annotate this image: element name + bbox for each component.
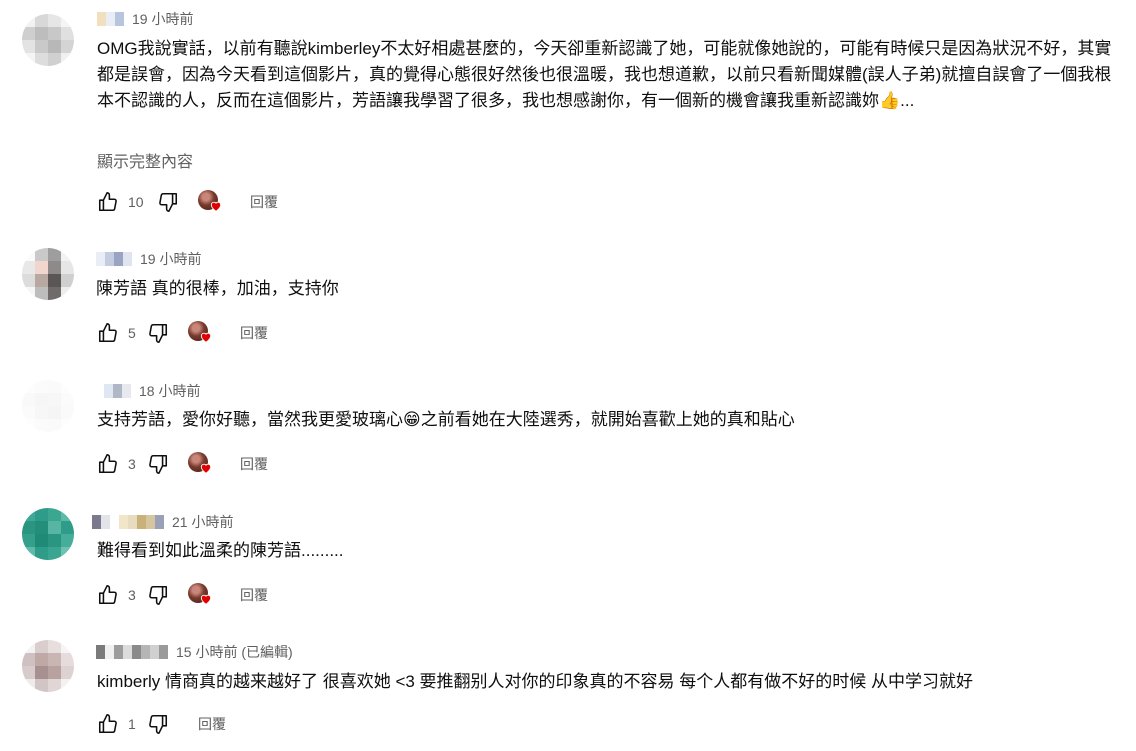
show-more-link[interactable]: 顯示完整內容 bbox=[97, 148, 193, 172]
reply-button[interactable]: 回覆 bbox=[240, 323, 268, 343]
creator-heart bbox=[188, 583, 212, 607]
creator-heart bbox=[198, 190, 222, 214]
thumbs-up-icon[interactable] bbox=[96, 452, 120, 476]
comment-text: kimberly 情商真的越来越好了 很喜欢她 <3 要推翻别人对你的印象真的不… bbox=[97, 672, 974, 691]
comment-timestamp[interactable]: 19 小時前 bbox=[140, 249, 201, 269]
avatar[interactable] bbox=[22, 14, 74, 66]
creator-heart-icon bbox=[200, 332, 212, 343]
comment-text: 難得看到如此溫柔的陳芳語......... bbox=[97, 541, 344, 560]
reply-button[interactable]: 回覆 bbox=[198, 714, 226, 734]
thumbs-down-icon[interactable] bbox=[146, 452, 170, 476]
thumbs-down-icon[interactable] bbox=[146, 583, 170, 607]
comment-timestamp[interactable]: 21 小時前 bbox=[172, 512, 233, 532]
author-name[interactable] bbox=[96, 645, 168, 659]
avatar[interactable] bbox=[22, 508, 74, 560]
reply-button[interactable]: 回覆 bbox=[240, 585, 268, 605]
like-count: 5 bbox=[128, 325, 136, 341]
author-name[interactable] bbox=[92, 515, 164, 529]
avatar[interactable] bbox=[22, 248, 74, 300]
like-count: 3 bbox=[128, 456, 136, 472]
creator-heart-icon bbox=[200, 594, 212, 605]
comment-text: 支持芳語，愛你好聽，當然我更愛玻璃心😁之前看她在大陸選秀，就開始喜歡上她的真和貼… bbox=[97, 410, 795, 429]
author-name[interactable] bbox=[96, 252, 132, 266]
thumbs-up-icon[interactable] bbox=[96, 583, 120, 607]
thumbs-down-icon[interactable] bbox=[156, 190, 180, 214]
thumbs-down-icon[interactable] bbox=[146, 712, 170, 736]
comment-timestamp[interactable]: 18 小時前 bbox=[139, 381, 200, 401]
thumbs-up-icon[interactable] bbox=[96, 712, 120, 736]
avatar[interactable] bbox=[22, 640, 74, 692]
creator-heart bbox=[188, 321, 212, 345]
creator-heart-icon bbox=[200, 463, 212, 474]
like-count: 3 bbox=[128, 587, 136, 603]
reply-button[interactable]: 回覆 bbox=[240, 454, 268, 474]
thumbs-up-icon[interactable] bbox=[96, 190, 120, 214]
comment-timestamp[interactable]: 15 小時前 (已編輯) bbox=[176, 642, 293, 662]
thumbs-down-icon[interactable] bbox=[146, 321, 170, 345]
creator-heart-icon bbox=[210, 201, 222, 212]
author-name[interactable] bbox=[104, 384, 131, 398]
thumbs-up-icon[interactable] bbox=[96, 321, 120, 345]
like-count: 1 bbox=[128, 716, 136, 732]
reply-button[interactable]: 回覆 bbox=[250, 192, 278, 212]
like-count: 10 bbox=[128, 194, 144, 210]
creator-heart bbox=[188, 452, 212, 476]
comment-timestamp[interactable]: 19 小時前 bbox=[132, 9, 193, 29]
comment-text: 陳芳語 真的很棒，加油，支持你 bbox=[96, 279, 339, 298]
avatar[interactable] bbox=[22, 380, 74, 432]
author-name[interactable] bbox=[97, 12, 124, 26]
comment-text: OMG我說實話，以前有聽說kimberley不太好相處甚麼的，今天卻重新認識了她… bbox=[97, 39, 1112, 110]
